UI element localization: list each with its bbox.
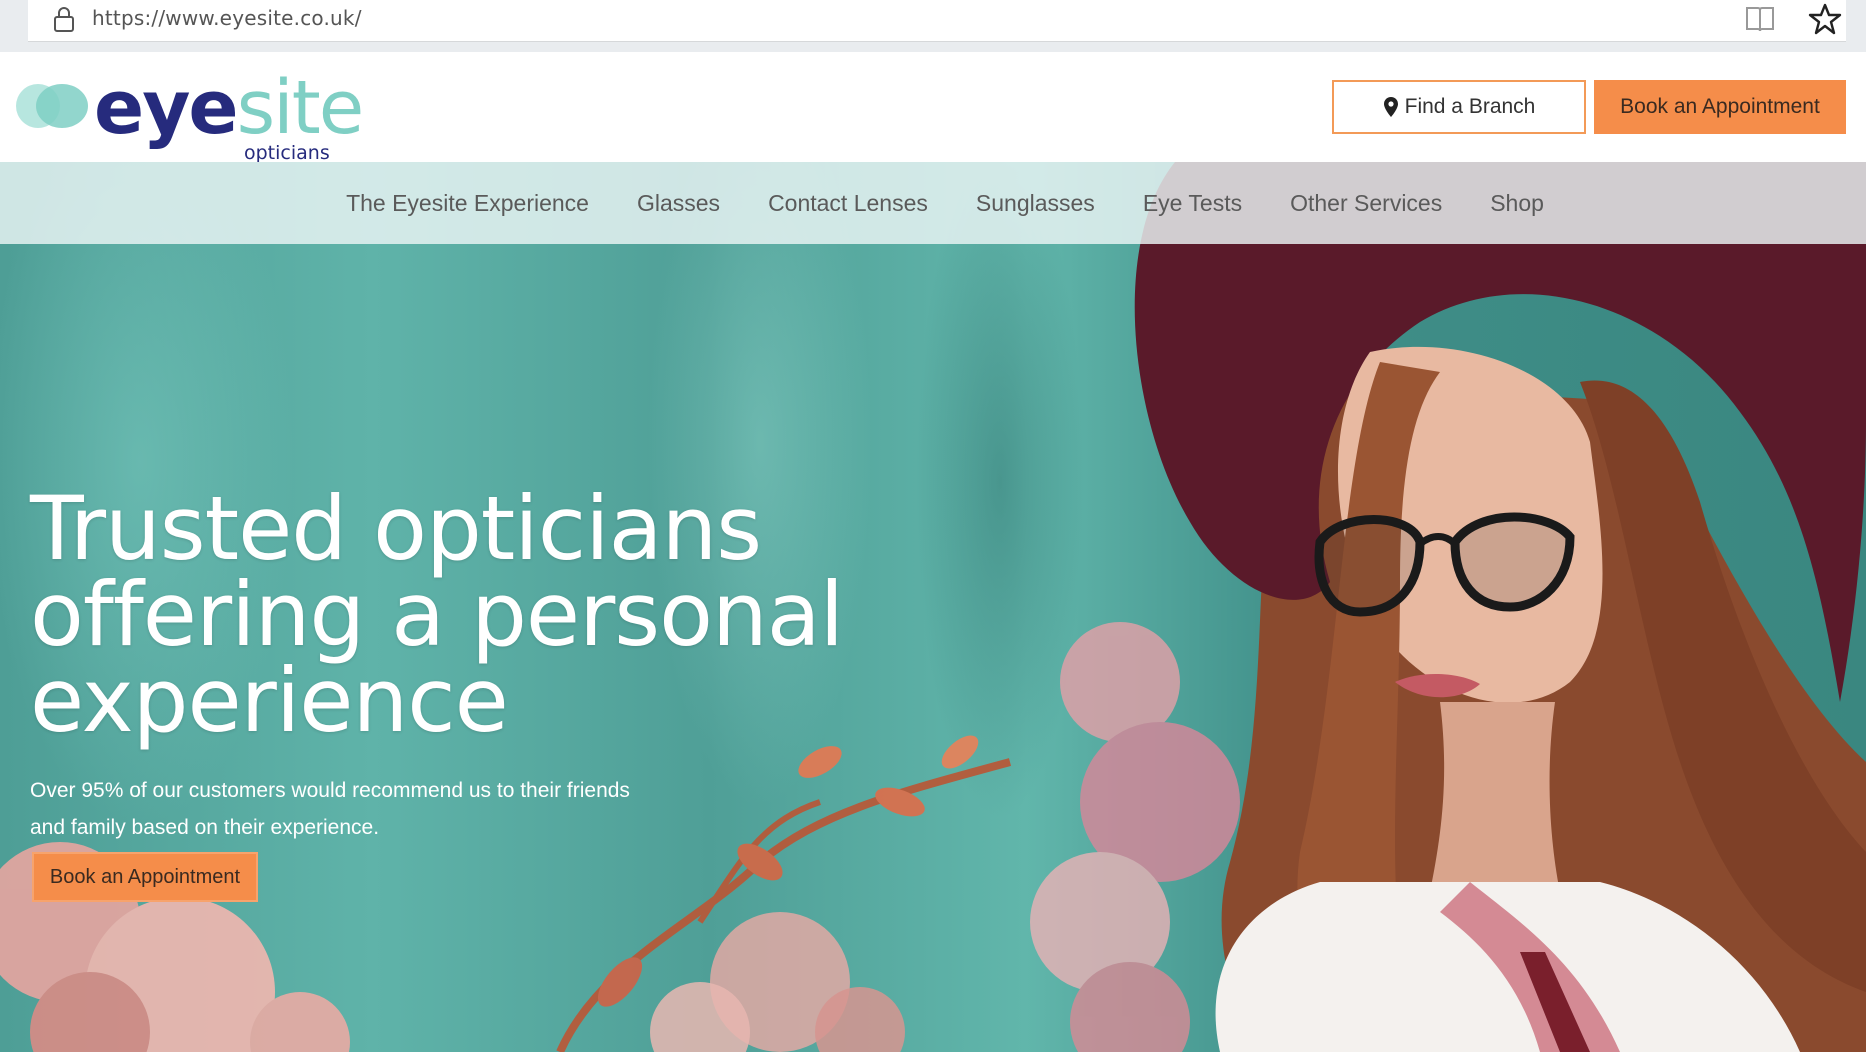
lock-icon [54,7,74,32]
eyesite-logo[interactable]: eyesite opticians [14,66,364,164]
map-pin-icon [1383,97,1398,117]
favorite-star-icon[interactable] [1808,2,1842,36]
nav-item-eyesite-experience[interactable]: The Eyesite Experience [346,190,589,217]
hero-title-line-3: experience [30,649,509,752]
nav-item-other-services[interactable]: Other Services [1290,190,1442,217]
logo-subtitle: opticians [244,142,330,164]
nav-item-shop[interactable]: Shop [1490,190,1544,217]
logo-word-eye: eye [94,65,239,151]
nav-items: The Eyesite Experience Glasses Contact L… [322,190,1544,217]
hero-title-line-2: offering a personal [30,563,844,666]
logo-wordmark: eyesite [94,65,365,151]
address-bar[interactable]: https://www.eyesite.co.uk/ [28,0,1846,42]
nav-item-sunglasses[interactable]: Sunglasses [976,190,1095,217]
hero-title-line-1: Trusted opticians [30,477,762,580]
book-appointment-hero-button[interactable]: Book an Appointment [32,852,258,902]
site-header: eyesite opticians Find a Branch Book an … [0,52,1866,164]
book-appointment-header-button[interactable]: Book an Appointment [1594,80,1846,134]
find-branch-button[interactable]: Find a Branch [1332,80,1586,134]
nav-item-eye-tests[interactable]: Eye Tests [1143,190,1242,217]
logo-word-site: site [236,65,365,151]
hero-subtitle-line-1: Over 95% of our customers would recommen… [30,779,630,802]
nav-item-glasses[interactable]: Glasses [637,190,720,217]
main-navigation: The Eyesite Experience Glasses Contact L… [0,162,1866,244]
browser-toolbar: https://www.eyesite.co.uk/ [0,0,1866,52]
find-branch-label: Find a Branch [1404,95,1536,118]
reader-view-icon[interactable] [1744,4,1776,34]
url-text[interactable]: https://www.eyesite.co.uk/ [92,6,362,30]
hero-subtitle: Over 95% of our customers would recommen… [30,772,690,846]
hero-title: Trusted opticians offering a personal ex… [30,477,890,752]
hero-subtitle-line-2: and family based on their experience. [30,816,380,839]
nav-item-contact-lenses[interactable]: Contact Lenses [768,190,928,217]
logo-lens-icon [16,84,88,128]
